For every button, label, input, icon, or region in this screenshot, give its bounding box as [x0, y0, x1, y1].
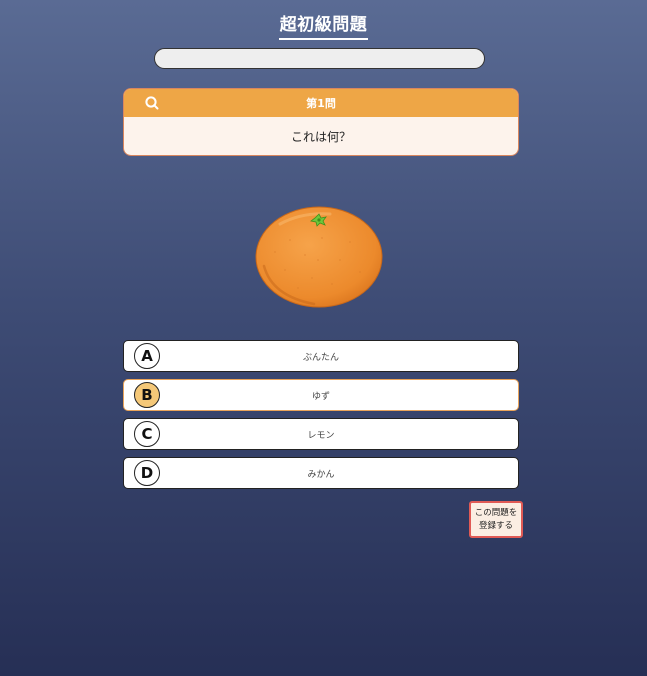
choice-a-text: ぶんたん	[302, 352, 339, 363]
choice-b-text: ゆず	[311, 391, 330, 402]
register-button-line1: この問題を	[474, 507, 518, 518]
page-title-wrap: 超初級問題	[0, 10, 647, 40]
question-text: これは何？	[290, 129, 351, 144]
mandarin-orange-image	[255, 206, 383, 308]
choice-b[interactable]: B ゆず	[123, 379, 519, 411]
choice-a[interactable]: A ぶんたん	[123, 340, 519, 372]
register-button-line2: 登録する	[478, 520, 513, 531]
search-icon	[145, 96, 159, 110]
question-card: 第1問 これは何？	[123, 88, 519, 156]
register-question-button[interactable]: この問題を 登録する	[469, 501, 523, 538]
choice-d[interactable]: D みかん	[123, 457, 519, 489]
choice-d-text: みかん	[307, 469, 335, 480]
page-title: 超初級問題	[278, 10, 369, 40]
choice-c[interactable]: C レモン	[123, 418, 519, 450]
question-number: 第1問	[306, 97, 336, 110]
choice-c-text: レモン	[307, 430, 335, 441]
progress-bar	[154, 48, 485, 69]
question-header: 第1問	[124, 89, 518, 117]
